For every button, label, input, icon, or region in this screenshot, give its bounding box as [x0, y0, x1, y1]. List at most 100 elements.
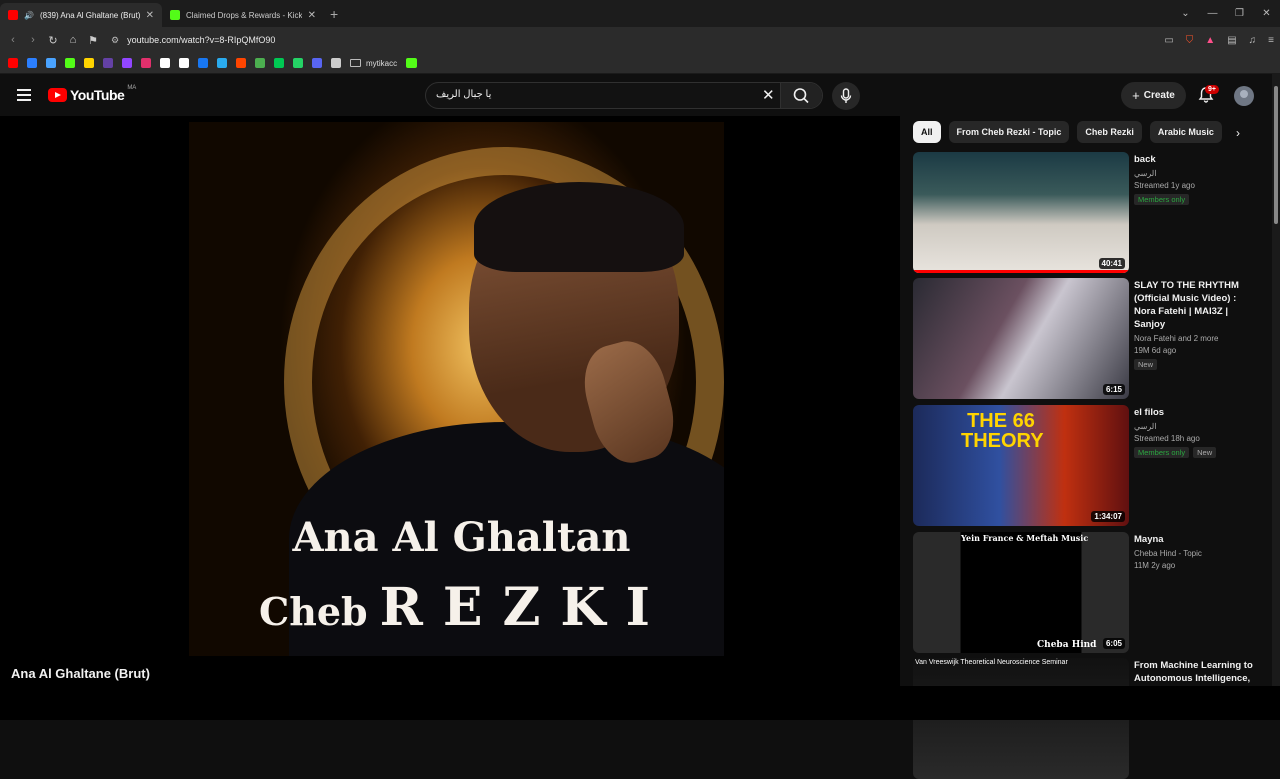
recommendation-title[interactable]: el filos — [1134, 406, 1256, 419]
recommendation-thumbnail[interactable]: 6:05 Yein France & Meftah Music Cheba Hind — [913, 532, 1129, 653]
artwork-artist-name: REZKI — [379, 577, 670, 638]
search-input[interactable]: يا جبال الريف — [436, 89, 491, 100]
guide-menu-icon[interactable] — [17, 89, 31, 101]
recommendation-title[interactable]: back — [1134, 153, 1256, 166]
voice-search-button[interactable] — [832, 82, 860, 110]
bookmark-icon-12[interactable] — [236, 58, 246, 68]
youtube-play-icon — [48, 88, 67, 102]
home-icon[interactable]: ⌂ — [63, 34, 83, 46]
url-field[interactable]: ⚙ youtube.com/watch?v=8-RIpQMfO90 — [111, 35, 275, 46]
tab-list-icon[interactable]: ⌄ — [1172, 8, 1199, 19]
recommendation-meta: back الرسي Streamed 1y ago Members only — [1134, 153, 1256, 205]
thumbnail-overlay-text: THE 66 THEORY — [961, 410, 1044, 452]
bookmark-icon-7[interactable] — [141, 58, 151, 68]
scrollbar-thumb[interactable] — [1274, 86, 1278, 224]
youtube-logo[interactable]: YouTube MA — [48, 85, 137, 103]
badge-row: Members only New — [1134, 447, 1256, 458]
chip-all[interactable]: All — [913, 121, 941, 143]
search-box[interactable]: يا جبال الريف ✕ — [425, 82, 823, 109]
cast-icon[interactable]: ▭ — [1164, 35, 1173, 46]
duration-badge: 6:05 — [1102, 638, 1125, 649]
new-tab-button[interactable]: + — [330, 6, 338, 22]
bookmark-icon-6[interactable] — [122, 58, 132, 68]
bookmark-folder[interactable]: mytikacc — [350, 59, 397, 68]
bookmarks-bar: mytikacc — [0, 53, 1280, 74]
recommendation-title[interactable]: SLAY TO THE RHYTHM (Official Music Video… — [1134, 279, 1256, 331]
recommendation-item[interactable]: 6:05 Yein France & Meftah Music Cheba Hind… — [913, 532, 1253, 653]
audio-icon[interactable]: 🔊 — [24, 11, 34, 20]
recommendation-title[interactable]: Mayna — [1134, 533, 1256, 546]
sidebar-icon[interactable]: ▤ — [1227, 35, 1236, 46]
recommendation-item[interactable]: 40:41 back الرسي Streamed 1y ago Members onl… — [913, 152, 1253, 273]
watch-progress-bar — [913, 270, 1129, 273]
duration-badge: 6:15 — [1102, 384, 1125, 395]
avatar[interactable] — [1234, 86, 1254, 106]
bookmark-icon-0[interactable] — [8, 58, 18, 68]
bookmark-icon-8[interactable] — [160, 58, 170, 68]
bookmark-icon-11[interactable] — [217, 58, 227, 68]
channel-name[interactable]: الرسي — [1134, 168, 1256, 180]
bookmark-icon-15[interactable] — [293, 58, 303, 68]
duration-badge: 1:34:07 — [1091, 511, 1125, 522]
chip-from-cheb-rezki-topic[interactable]: From Cheb Rezki - Topic — [948, 121, 1070, 143]
chip-arabic-music[interactable]: Arabic Music — [1149, 121, 1222, 143]
forward-icon[interactable]: › — [23, 34, 43, 46]
bookmark-icon-4[interactable] — [84, 58, 94, 68]
menu-icon[interactable]: ≡ — [1268, 35, 1274, 46]
url-text[interactable]: youtube.com/watch?v=8-RIpQMfO90 — [127, 35, 275, 45]
bookmark-icon-10[interactable] — [198, 58, 208, 68]
folder-icon — [350, 59, 361, 67]
bookmark-icon-16[interactable] — [312, 58, 322, 68]
chevron-right-icon[interactable]: › — [1236, 126, 1240, 140]
bookmark-folder-label: mytikacc — [366, 58, 398, 68]
channel-name[interactable]: Nora Fatehi and 2 more — [1134, 333, 1256, 345]
bookmark-icon-17[interactable] — [331, 58, 341, 68]
recommendation-meta: SLAY TO THE RHYTHM (Official Music Video… — [1134, 279, 1256, 370]
bookmark-icon-13[interactable] — [255, 58, 265, 68]
bookmark-icon-3[interactable] — [65, 58, 75, 68]
restore-icon[interactable]: ❐ — [1226, 8, 1253, 19]
video-player[interactable]: Ana Al Ghaltan Cheb REZKI — [0, 116, 900, 686]
chip-cheb-rezki[interactable]: Cheb Rezki — [1077, 121, 1142, 143]
bookmark-icon-5[interactable] — [103, 58, 113, 68]
microphone-icon — [840, 88, 852, 103]
scrollbar[interactable] — [1272, 74, 1280, 686]
channel-name[interactable]: Cheba Hind - Topic — [1134, 548, 1256, 560]
tab-title: Claimed Drops & Rewards - Kick Stre — [186, 10, 302, 20]
close-tab-icon[interactable]: ✕ — [308, 10, 316, 21]
browser-tab-kick[interactable]: Claimed Drops & Rewards - Kick Stre ✕ — [162, 3, 324, 27]
address-bar: ‹ › ↻ ⌂ ⚑ ⚙ youtube.com/watch?v=8-RIpQMf… — [0, 27, 1280, 53]
minimize-icon[interactable]: — — [1199, 8, 1226, 19]
browser-tab-youtube[interactable]: 🔊 (839) Ana Al Ghaltane (Brut) ✕ — [0, 3, 162, 27]
bookmark-icon-9[interactable] — [179, 58, 189, 68]
reload-icon[interactable]: ↻ — [43, 34, 63, 47]
channel-name[interactable]: الرسي — [1134, 421, 1256, 433]
bookmark-icon[interactable]: ⚑ — [83, 34, 103, 47]
create-button[interactable]: + Create — [1121, 82, 1186, 109]
recommendation-thumbnail[interactable]: 6:15 — [913, 278, 1129, 399]
site-info-icon[interactable]: ⚙ — [111, 35, 119, 46]
recommendation-thumbnail[interactable]: 1:34:07 THE 66 THEORY — [913, 405, 1129, 526]
bookmark-icon-14[interactable] — [274, 58, 284, 68]
members-only-badge: Members only — [1134, 447, 1190, 458]
new-badge: New — [1193, 447, 1217, 458]
recommendation-item[interactable]: 6:15 SLAY TO THE RHYTHM (Official Music V… — [913, 278, 1253, 399]
artwork-figure-hair — [474, 182, 684, 272]
bookmark-icon-1[interactable] — [27, 58, 37, 68]
badge-row: New — [1134, 359, 1256, 370]
close-tab-icon[interactable]: ✕ — [146, 10, 154, 21]
recommendation-thumbnail[interactable]: 40:41 — [913, 152, 1129, 273]
back-icon[interactable]: ‹ — [3, 34, 23, 46]
clear-search-icon[interactable]: ✕ — [762, 86, 775, 104]
brave-shield-icon[interactable]: ⛉ — [1186, 35, 1194, 46]
recommendation-title[interactable]: From Machine Learning to Autonomous Inte… — [1134, 659, 1256, 685]
close-window-icon[interactable]: ✕ — [1253, 8, 1280, 19]
bookmark-stats-icon[interactable] — [406, 58, 418, 68]
country-code: MA — [127, 85, 137, 91]
bookmark-icon-2[interactable] — [46, 58, 56, 68]
new-badge: New — [1134, 359, 1158, 370]
rewards-icon[interactable]: ▲ — [1205, 35, 1215, 46]
media-icon[interactable]: ♫ — [1249, 35, 1257, 46]
search-button[interactable] — [780, 83, 822, 108]
recommendation-item[interactable]: 1:34:07 THE 66 THEORY el filos الرسي Streame… — [913, 405, 1253, 526]
